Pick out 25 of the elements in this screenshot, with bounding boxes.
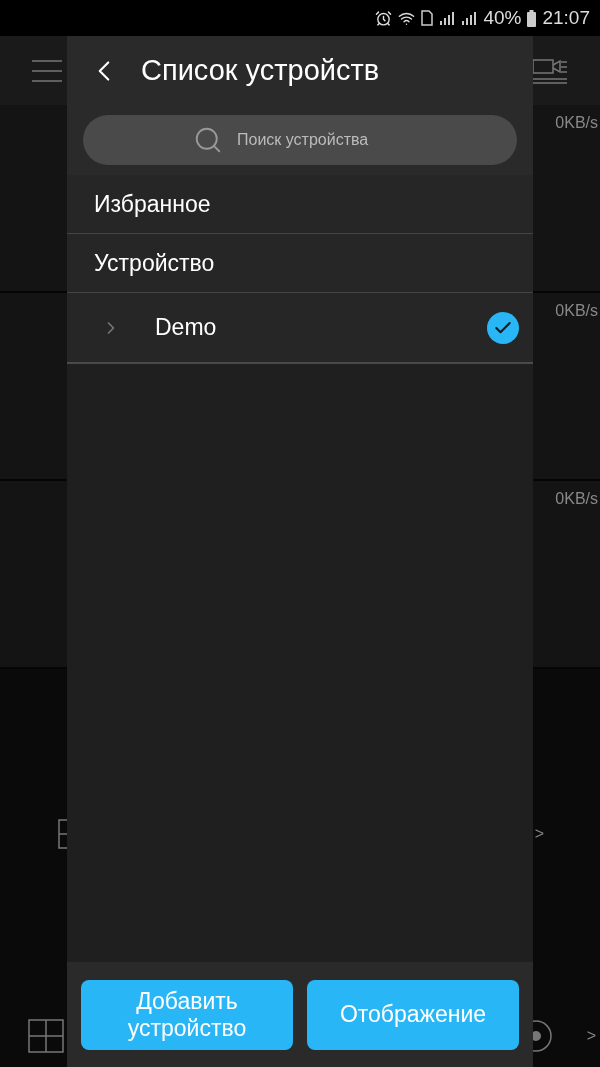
alarm-icon — [375, 9, 393, 27]
target-icon[interactable] — [532, 1019, 553, 1053]
sim-card-icon — [421, 10, 434, 26]
arrow-label[interactable]: > — [534, 822, 544, 846]
device-name: Demo — [155, 313, 218, 343]
video-camera-icon[interactable] — [532, 56, 568, 85]
grid-icon[interactable] — [28, 1019, 64, 1053]
section-header[interactable]: Устройство — [67, 234, 533, 293]
menu-icon[interactable] — [32, 58, 62, 83]
speed-label: 0KB/s — [555, 489, 598, 509]
checkmark-icon[interactable] — [487, 311, 519, 344]
signal-icon — [439, 10, 456, 26]
battery-icon — [527, 9, 537, 27]
device-row[interactable]: Demo — [67, 293, 533, 364]
arrow-label[interactable]: > — [586, 1024, 596, 1048]
search-icon — [193, 125, 223, 155]
signal-icon — [461, 10, 478, 26]
search-field[interactable]: Поиск устройства — [237, 128, 407, 152]
section-header[interactable]: Избранное — [67, 175, 533, 234]
battery-percentage: 40% — [483, 5, 522, 30]
drawer-title: Список устройств — [141, 52, 380, 88]
speed-label: 0KB/s — [555, 113, 598, 133]
speed-label: 0KB/s — [555, 301, 598, 321]
layout-icon[interactable] — [58, 819, 68, 849]
clock: 21:07 — [542, 5, 590, 30]
